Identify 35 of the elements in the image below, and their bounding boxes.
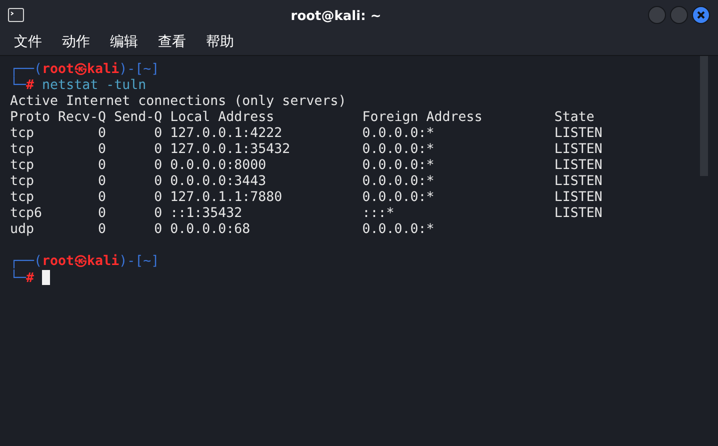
prompt-directory: ~	[143, 62, 152, 77]
output-line: tcp 0 0 127.0.1.1:7880 0.0.0.0:* LISTEN	[10, 190, 602, 205]
prompt-user: root㉿kali	[42, 254, 120, 269]
output-line: udp 0 0 0.0.0.0:68 0.0.0.0:*	[10, 222, 434, 237]
close-button[interactable]	[692, 6, 710, 24]
prompt-directory: ~	[143, 254, 152, 269]
output-line: Active Internet connections (only servers)	[10, 94, 346, 109]
close-icon	[697, 11, 705, 19]
prompt-symbol: #	[26, 271, 34, 286]
prompt-frame: ┌──(	[10, 254, 42, 269]
terminal-icon	[8, 8, 24, 22]
minimize-button[interactable]	[648, 6, 666, 24]
command-text: netstat -tuln	[42, 78, 146, 93]
prompt-frame: └─	[10, 78, 26, 93]
output-line: tcp 0 0 0.0.0.0:3443 0.0.0.0:* LISTEN	[10, 174, 602, 189]
output-line: tcp 0 0 127.0.0.1:35432 0.0.0.0:* LISTEN	[10, 142, 602, 157]
menu-item[interactable]: 编辑	[104, 32, 144, 53]
prompt-frame: )-[	[119, 254, 144, 269]
menu-item[interactable]: 查看	[152, 32, 192, 53]
window-title: root@kali: ~	[290, 9, 382, 24]
output-line: tcp 0 0 0.0.0.0:8000 0.0.0.0:* LISTEN	[10, 158, 602, 173]
output-line: tcp6 0 0 ::1:35432 :::* LISTEN	[10, 206, 602, 221]
prompt-frame: ┌──(	[10, 62, 42, 77]
prompt-frame: ]	[151, 254, 160, 269]
scrollbar[interactable]	[700, 56, 708, 176]
prompt-frame: )-[	[119, 62, 144, 77]
output-line: tcp 0 0 127.0.0.1:4222 0.0.0.0:* LISTEN	[10, 126, 602, 141]
prompt-frame: └─	[10, 271, 26, 286]
prompt-user: root㉿kali	[42, 62, 120, 77]
menu-item[interactable]: 动作	[56, 32, 96, 53]
prompt-frame: ]	[151, 62, 160, 77]
menu-item[interactable]: 文件	[8, 32, 48, 53]
prompt-symbol: #	[26, 78, 34, 93]
menu-item[interactable]: 帮助	[200, 32, 240, 53]
output-line: Proto Recv-Q Send-Q Local Address Foreign Address State	[10, 110, 594, 125]
